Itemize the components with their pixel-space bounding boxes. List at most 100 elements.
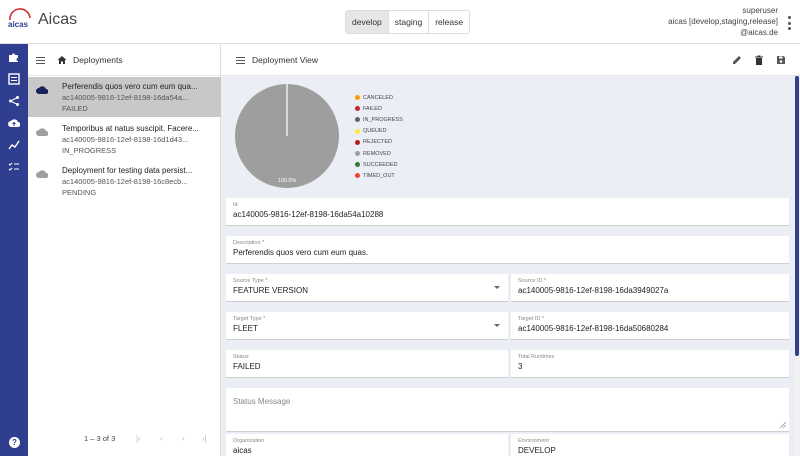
help-icon[interactable]: ?: [9, 437, 20, 448]
deployment-view-title: Deployment View: [252, 55, 318, 65]
deployment-list-item[interactable]: Deployment for testing data persist... a…: [28, 161, 221, 201]
legend-item-queued[interactable]: QUEUED: [355, 126, 403, 137]
deployment-view: Deployment View 100.0% CANCELED FAILED IN_…: [221, 44, 800, 456]
prev-page-icon[interactable]: ‹: [160, 434, 163, 443]
view-scrollbar[interactable]: [794, 76, 800, 456]
deployments-header: Deployments: [28, 44, 221, 76]
first-page-icon[interactable]: |‹: [136, 434, 141, 443]
chart-icon[interactable]: [8, 139, 20, 151]
cloud-upload-icon[interactable]: [8, 117, 20, 129]
legend-swatch: [355, 106, 360, 112]
legend-item-canceled[interactable]: CANCELED: [355, 92, 403, 103]
organization-field: Organization aicas: [226, 434, 508, 456]
target-type-select[interactable]: Target Type * FLEET: [226, 312, 508, 340]
legend-label: SUCCEEDED: [363, 161, 398, 168]
target-id-field[interactable]: Target ID * ac140005-9816-12ef-8198-16da…: [511, 312, 789, 340]
deployments-panel: Deployments Perferendis quos vero cum eu…: [28, 44, 221, 456]
id-label: Id: [233, 202, 238, 208]
deployment-status: PENDING: [62, 188, 97, 197]
flow-icon[interactable]: [8, 95, 20, 107]
legend-item-succeeded[interactable]: SUCCEEDED: [355, 159, 403, 170]
delete-icon[interactable]: [754, 55, 764, 65]
legend-item-rejected[interactable]: REJECTED: [355, 137, 403, 148]
status-pie-chart: 100.0%: [235, 84, 339, 188]
env-develop-button[interactable]: develop: [346, 11, 389, 33]
legend-label: FAILED: [363, 105, 382, 112]
legend-swatch: [355, 162, 360, 168]
legend-label: REMOVED: [363, 150, 391, 157]
description-label: Description *: [233, 240, 265, 246]
description-field[interactable]: Description * Perferendis quos vero cum …: [226, 236, 789, 264]
source-type-label: Source Type *: [233, 278, 268, 284]
cloud-icon: [36, 86, 48, 94]
deployment-title: Deployment for testing data persist...: [62, 166, 193, 175]
status-field: Status FAILED: [226, 350, 508, 378]
deployment-title: Temporibus at natus suscipit. Facere...: [62, 124, 199, 133]
deployment-id: ac140005-9816-12ef-8198-16c8ecb...: [62, 177, 188, 186]
legend-label: REJECTED: [363, 139, 393, 146]
deployment-list-item[interactable]: Temporibus at natus suscipit. Facere... …: [28, 119, 221, 159]
legend-item-in-progress[interactable]: IN_PROGRESS: [355, 114, 403, 125]
target-type-label: Target Type *: [233, 316, 266, 322]
source-type-select[interactable]: Source Type * FEATURE VERSION: [226, 274, 508, 302]
user-info: superuser aicas [develop,staging,release…: [668, 5, 778, 38]
scrollbar-thumb[interactable]: [795, 76, 799, 356]
list-alt-icon[interactable]: [8, 73, 20, 85]
status-message-textarea[interactable]: Status Message: [226, 388, 789, 432]
legend-item-failed[interactable]: FAILED: [355, 103, 403, 114]
paginator: 1 – 3 of 3 |‹ ‹ › ›|: [28, 434, 221, 446]
legend-swatch: [355, 95, 360, 101]
nav-rail: ?: [0, 44, 28, 456]
deployment-id: ac140005-9816-12ef-8198-16d1d43...: [62, 135, 189, 144]
legend-item-removed[interactable]: REMOVED: [355, 148, 403, 159]
id-value: ac140005-9816-12ef-8198-16da54a10288: [233, 210, 384, 219]
id-field[interactable]: Id ac140005-9816-12ef-8198-16da54a10288: [226, 198, 789, 226]
source-type-value: FEATURE VERSION: [233, 286, 308, 295]
resize-handle-icon[interactable]: [780, 422, 786, 428]
checklist-icon[interactable]: [8, 161, 20, 173]
menu-icon[interactable]: [36, 57, 45, 64]
legend-label: CANCELED: [363, 94, 393, 101]
legend-swatch: [355, 117, 360, 123]
aicas-logo[interactable]: aicas: [6, 8, 34, 32]
edit-icon[interactable]: [732, 55, 742, 65]
legend-item-timed-out[interactable]: TIMED_OUT: [355, 170, 403, 181]
status-value: FAILED: [233, 362, 261, 371]
source-id-field[interactable]: Source ID * ac140005-9816-12ef-8198-16da…: [511, 274, 789, 302]
env-release-button[interactable]: release: [429, 11, 470, 33]
deployment-view-body: 100.0% CANCELED FAILED IN_PROGRESS QUEUED RE…: [221, 76, 794, 456]
deployment-id: ac140005-9816-12ef-8198-16da54a...: [62, 93, 189, 102]
more-vert-icon[interactable]: [786, 16, 792, 30]
chevron-down-icon[interactable]: [494, 324, 500, 327]
pager-range: 1 – 3 of 3: [84, 434, 116, 443]
total-runtimes-value: 3: [518, 362, 523, 371]
last-page-icon[interactable]: ›|: [202, 434, 207, 443]
deployment-status: IN_PROGRESS: [62, 146, 117, 155]
description-value: Perferendis quos vero cum eum quas.: [233, 248, 369, 257]
app-title: Aicas: [38, 11, 78, 28]
puzzle-icon[interactable]: [8, 51, 20, 63]
chart-legend: CANCELED FAILED IN_PROGRESS QUEUED REJECTED R…: [355, 92, 403, 182]
next-page-icon[interactable]: ›: [182, 434, 185, 443]
legend-swatch: [355, 128, 360, 134]
environment-field: Environment DEVELOP: [511, 434, 789, 456]
home-icon[interactable]: [57, 55, 67, 65]
status-message-placeholder: Status Message: [233, 397, 291, 406]
legend-swatch: [355, 139, 360, 145]
environment-value: DEVELOP: [518, 446, 556, 455]
user-name: superuser: [742, 6, 778, 15]
save-icon[interactable]: [776, 55, 786, 65]
deployment-view-header: Deployment View: [221, 44, 800, 76]
total-runtimes-field: Total Runtimes 3: [511, 350, 789, 378]
source-id-label: Source ID *: [518, 278, 547, 284]
deployment-list-item[interactable]: Perferendis quos vero cum eum qua... ac1…: [28, 77, 221, 117]
environment-switcher: develop staging release: [345, 10, 471, 34]
cloud-icon: [36, 170, 48, 178]
organization-label: Organization: [233, 438, 265, 444]
legend-label: IN_PROGRESS: [363, 116, 403, 123]
legend-swatch: [355, 173, 360, 179]
menu-icon[interactable]: [236, 57, 245, 64]
chevron-down-icon[interactable]: [494, 286, 500, 289]
env-staging-button[interactable]: staging: [388, 11, 430, 33]
user-domain: @aicas.de: [740, 28, 778, 37]
